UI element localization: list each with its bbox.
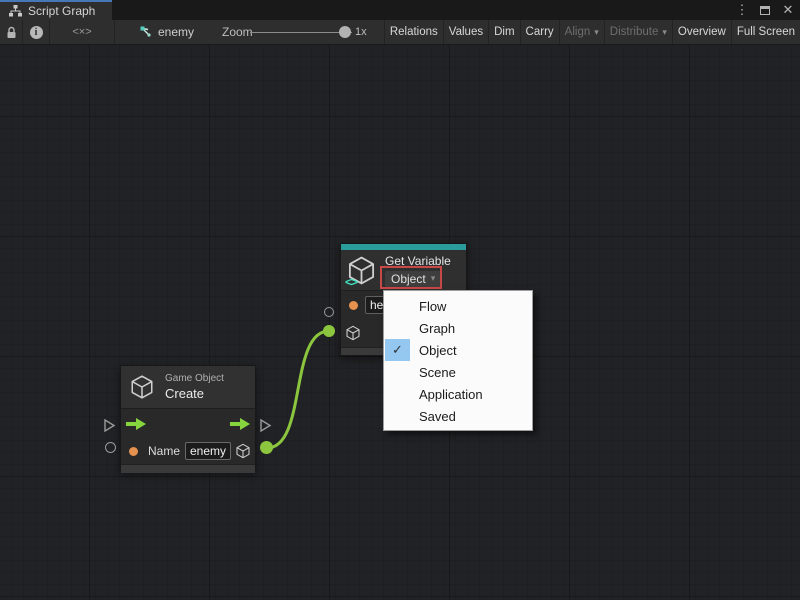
create-flow-output-socket[interactable] [259,418,272,433]
scope-dropdown-menu: Flow Graph ✓ Object Scene Application Sa… [383,290,533,431]
create-flow-input-socket[interactable] [103,418,116,433]
get-variable-header: <> Get Variable Object ▾ [341,250,466,291]
string-port-icon [129,447,138,456]
flow-port-row [121,409,255,438]
lock-icon [6,26,17,39]
zoom-slider-track[interactable] [250,32,352,33]
cube-code-icon: <> [346,255,377,286]
node-title: Get Variable [385,254,451,268]
script-graph-window: Script Graph ⋮ ✕ i <×> [0,0,800,600]
flow-in-arrow-icon [126,418,146,430]
variable-nodes-icon [139,25,153,39]
distribute-button[interactable]: Distribute ▾ [605,20,673,44]
name-port-label: Name [148,444,180,458]
node-footer [121,464,255,473]
overview-button[interactable]: Overview [673,20,732,44]
name-port-row: Name [121,438,255,464]
create-name-input-socket[interactable] [105,442,116,453]
lock-button[interactable] [0,20,23,44]
getvar-name-input-socket[interactable] [324,307,334,317]
edit-source-button[interactable]: <×> [50,20,115,44]
menu-item-saved[interactable]: Saved [384,405,532,427]
cube-icon [345,325,361,341]
zoom-slider-handle[interactable] [339,26,351,38]
tab-bar: Script Graph ⋮ ✕ [0,0,800,20]
name-input[interactable] [185,442,231,460]
getvar-object-input-socket[interactable] [323,325,335,337]
dim-button[interactable]: Dim [489,20,520,44]
full-screen-button[interactable]: Full Screen [732,20,800,44]
cube-icon [235,443,251,459]
menu-item-scene[interactable]: Scene [384,361,532,383]
carry-button[interactable]: Carry [521,20,560,44]
string-port-icon [349,301,358,310]
zoom-label: Zoom [222,20,253,44]
node-supertitle: Game Object [165,373,224,384]
info-icon: i [30,26,43,39]
menu-item-object[interactable]: ✓ Object [384,339,532,361]
window-menu-button[interactable]: ⋮ [734,2,750,18]
menu-item-graph[interactable]: Graph [384,317,532,339]
chevron-down-icon: ▾ [662,27,667,38]
info-button[interactable]: i [23,20,50,44]
values-button[interactable]: Values [444,20,489,44]
maximize-icon [760,6,770,15]
relations-button[interactable]: Relations [385,20,444,44]
tab-script-graph[interactable]: Script Graph [0,0,112,20]
code-icon: <×> [72,26,91,38]
graph-reference[interactable]: enemy [139,20,194,44]
create-object-output-socket[interactable] [260,441,273,454]
hierarchy-graph-icon [9,5,22,17]
window-maximize-button[interactable] [757,3,773,18]
graph-reference-label: enemy [158,25,194,39]
cube-icon [129,374,155,400]
tab-title: Script Graph [28,4,95,18]
align-button[interactable]: Align ▾ [560,20,605,44]
zoom-value: 1x [355,20,367,44]
graph-toolbar: i <×> enemy Zoom 1x Relations Values Dim… [0,20,800,45]
flow-out-arrow-icon [230,418,250,430]
graph-canvas[interactable]: <> Get Variable Object ▾ [0,45,800,600]
window-controls: ⋮ ✕ [734,0,796,20]
chevron-down-icon: ▾ [594,27,599,38]
toolbar-buttons: Relations Values Dim Carry Align ▾ Distr… [384,20,800,44]
node-game-object-create[interactable]: Game Object Create Name [120,365,256,472]
node-title: Create [165,386,224,401]
menu-item-application[interactable]: Application [384,383,532,405]
checkmark-icon: ✓ [385,339,410,361]
menu-item-flow[interactable]: Flow [384,295,532,317]
chevron-down-icon: ▾ [431,273,436,284]
create-node-header: Game Object Create [121,366,255,409]
window-close-button[interactable]: ✕ [780,2,796,18]
variable-scope-dropdown[interactable]: Object ▾ [385,271,441,287]
